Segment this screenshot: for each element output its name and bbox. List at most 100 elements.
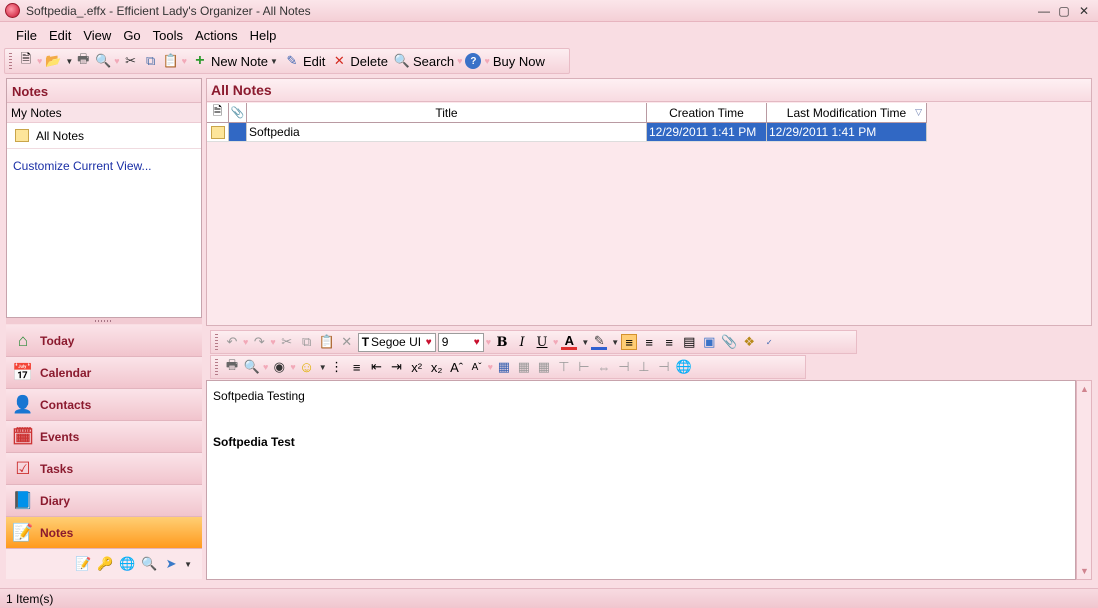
menu-actions[interactable]: Actions — [189, 24, 244, 46]
buy-now-button[interactable]: Buy Now — [491, 50, 547, 72]
nav-notes[interactable]: 📝 Notes — [6, 517, 202, 549]
clear-icon[interactable]: ✕ — [339, 334, 355, 350]
shrink-font-icon[interactable]: Aˇ — [469, 359, 485, 375]
split-cells-icon[interactable]: ⊣ — [616, 359, 632, 375]
insert-object-icon[interactable]: ❖ — [741, 334, 757, 350]
nav-events[interactable]: 🗓 Events — [6, 421, 202, 453]
align-right-icon[interactable]: ≡ — [661, 334, 677, 350]
table-row[interactable]: Softpedia 12/29/2011 1:41 PM 12/29/2011 … — [207, 123, 927, 142]
spellcheck-icon[interactable]: ✓ — [761, 334, 777, 350]
toolbar-grip[interactable] — [9, 53, 12, 69]
editor-scrollbar[interactable]: ▲ ▼ — [1076, 380, 1092, 580]
insert-row-icon[interactable]: ⊤ — [556, 359, 572, 375]
decrease-indent-icon[interactable]: ⇤ — [369, 359, 385, 375]
column-type[interactable]: 🗎 — [207, 103, 229, 122]
italic-icon[interactable]: I — [514, 334, 530, 350]
bold-icon[interactable]: B — [494, 334, 510, 350]
notes-shortcut-icon[interactable]: 📝 — [75, 556, 91, 572]
chevron-down-icon[interactable]: ▼ — [581, 338, 589, 347]
menu-tools[interactable]: Tools — [147, 24, 189, 46]
cut-icon[interactable]: ✂ — [279, 334, 295, 350]
emoticon-icon[interactable]: ☺ — [299, 359, 315, 376]
delete-row-icon[interactable]: ⊥ — [636, 359, 652, 375]
column-attachment[interactable]: 📎 — [229, 103, 247, 122]
nav-contacts[interactable]: 👤 Contacts — [6, 389, 202, 421]
nav-tasks[interactable]: ☑ Tasks — [6, 453, 202, 485]
table-properties-icon[interactable]: ▦ — [516, 359, 532, 375]
increase-indent-icon[interactable]: ⇥ — [389, 359, 405, 375]
search-button[interactable]: 🔍 Search — [390, 50, 456, 72]
chevron-down-icon[interactable]: ▼ — [184, 560, 192, 569]
column-creation-time[interactable]: Creation Time — [647, 103, 767, 122]
edit-button[interactable]: ✎ Edit — [280, 50, 327, 72]
folder-all-notes[interactable]: All Notes — [7, 123, 201, 149]
delete-column-icon[interactable]: ⊣ — [656, 359, 672, 375]
insert-column-icon[interactable]: ⊢ — [576, 359, 592, 375]
chevron-down-icon[interactable]: ▼ — [65, 57, 73, 66]
print-icon[interactable]: 🖶 — [75, 51, 91, 69]
print-preview-icon[interactable]: 🔍 — [95, 53, 111, 69]
copy-icon[interactable]: ⧉ — [143, 53, 159, 69]
insert-table-icon[interactable]: ▦ — [496, 359, 512, 375]
toolbar-grip[interactable] — [215, 359, 218, 375]
delete-button[interactable]: ✕ Delete — [327, 50, 390, 72]
subscript-icon[interactable]: x₂ — [429, 359, 445, 375]
print-icon[interactable]: 🖶 — [224, 357, 240, 375]
cut-icon[interactable]: ✂ — [123, 53, 139, 69]
nav-today[interactable]: ⌂ Today — [6, 325, 202, 357]
new-file-icon[interactable]: 🗎 — [18, 51, 34, 69]
menu-view[interactable]: View — [77, 24, 117, 46]
scroll-up-icon[interactable]: ▲ — [1080, 384, 1089, 394]
scroll-down-icon[interactable]: ▼ — [1080, 566, 1089, 576]
globe-icon[interactable]: 🌐 — [119, 556, 135, 572]
undo-icon[interactable]: ↶ — [224, 334, 240, 350]
menu-edit[interactable]: Edit — [43, 24, 77, 46]
my-notes-group[interactable]: My Notes — [7, 103, 201, 123]
menu-file[interactable]: File — [10, 24, 43, 46]
help-icon[interactable]: ? — [465, 53, 482, 69]
search-icon[interactable]: 🔍 — [141, 556, 157, 572]
insert-image-icon[interactable]: ▣ — [701, 334, 717, 350]
font-color-icon[interactable]: A — [561, 333, 578, 350]
font-size-select[interactable]: 9 ♥ — [437, 332, 484, 352]
print-preview-icon[interactable]: 🔍 — [244, 359, 260, 375]
paste-icon[interactable]: 📋 — [319, 334, 335, 350]
chevron-down-icon[interactable]: ▼ — [319, 363, 327, 372]
find-icon[interactable]: ◉ — [271, 359, 287, 375]
globe-link-icon[interactable]: 🌐 — [676, 359, 692, 375]
copy-icon[interactable]: ⧉ — [299, 334, 315, 350]
open-folder-icon[interactable]: 📂 — [45, 53, 61, 69]
merge-cells-icon[interactable]: ⇔ — [596, 359, 612, 375]
toolbar-grip[interactable] — [215, 334, 218, 350]
align-center-icon[interactable]: ≡ — [641, 334, 657, 350]
note-editor[interactable]: Softpedia Testing Softpedia Test — [206, 380, 1076, 580]
pane-splitter[interactable] — [6, 318, 202, 324]
font-family-select[interactable]: T Segoe UI ♥ — [357, 332, 436, 352]
underline-icon[interactable]: U — [534, 334, 550, 350]
key-icon[interactable]: 🔑 — [97, 556, 113, 572]
numbered-list-icon[interactable]: ≡ — [349, 359, 365, 375]
bullet-list-icon[interactable]: ⋮ — [329, 359, 345, 375]
superscript-icon[interactable]: x² — [409, 359, 425, 375]
align-left-icon[interactable]: ≡ — [621, 334, 638, 350]
paste-icon[interactable]: 📋 — [163, 53, 179, 69]
table-grid-icon[interactable]: ▦ — [536, 359, 552, 375]
grow-font-icon[interactable]: Aˆ — [449, 359, 465, 375]
menu-go[interactable]: Go — [117, 24, 146, 46]
justify-icon[interactable]: ▤ — [681, 334, 697, 350]
attachment-icon[interactable]: 📎 — [721, 334, 737, 350]
highlight-icon[interactable]: ✎ — [591, 333, 608, 350]
chevron-down-icon[interactable]: ▼ — [611, 338, 619, 347]
nav-calendar[interactable]: 📅 Calendar — [6, 357, 202, 389]
column-title[interactable]: Title — [247, 103, 647, 122]
close-button[interactable]: ✕ — [1074, 2, 1094, 19]
customize-view-link[interactable]: Customize Current View... — [13, 159, 152, 173]
menu-help[interactable]: Help — [244, 24, 283, 46]
minimize-button[interactable]: — — [1034, 2, 1054, 19]
new-note-button[interactable]: + New Note ▼ — [188, 50, 280, 72]
column-modification-time[interactable]: Last Modification Time ▽ — [767, 103, 927, 122]
maximize-button[interactable]: ▢ — [1054, 2, 1074, 19]
nav-diary[interactable]: 📘 Diary — [6, 485, 202, 517]
redo-icon[interactable]: ↷ — [251, 334, 267, 350]
send-icon[interactable]: ➤ — [163, 556, 179, 572]
